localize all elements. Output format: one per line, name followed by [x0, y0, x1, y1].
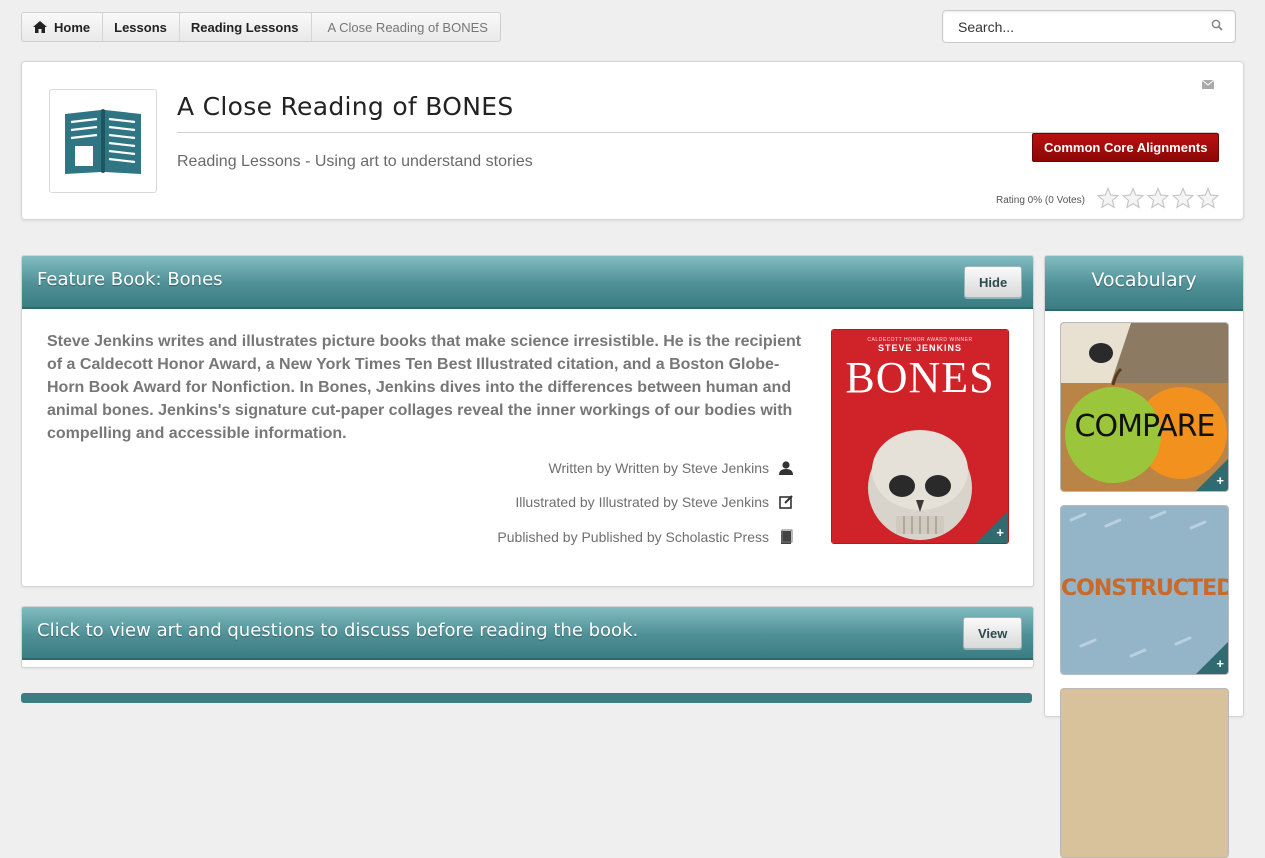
rating-text: Rating 0% (0 Votes): [996, 195, 1085, 206]
breadcrumb-current: A Close Reading of BONES: [327, 19, 488, 35]
vocab-card-constructed[interactable]: CONSTRUCTED +: [1060, 505, 1229, 675]
feature-book-header: Feature Book: Bones Hide: [22, 256, 1033, 309]
lesson-logo: [49, 89, 157, 193]
vocab-word-compare: COMPARE: [1074, 409, 1216, 444]
illustrator-credit: Illustrated by Illustrated by Steve Jenk…: [515, 494, 795, 510]
vocab-card-next[interactable]: [1060, 688, 1229, 858]
star-icon[interactable]: [1097, 187, 1119, 209]
vocabulary-panel: Vocabulary COMPARE + CONSTRUCTED +: [1044, 255, 1244, 858]
book-description: Steve Jenkins writes and illustrates pic…: [47, 333, 802, 442]
star-icon[interactable]: [1147, 187, 1169, 209]
discuss-panel: Click to view art and questions to discu…: [21, 606, 1034, 668]
book-icon: [781, 529, 793, 544]
page-subtitle: Reading Lessons - Using art to understan…: [177, 153, 533, 170]
publisher-credit-text: Published by Published by Scholastic Pre…: [497, 529, 769, 545]
plus-icon[interactable]: +: [1216, 656, 1224, 671]
discuss-title: Click to view art and questions to discu…: [37, 620, 639, 641]
illustrator-credit-text: Illustrated by Illustrated by Steve Jenk…: [515, 494, 769, 510]
breadcrumb-home[interactable]: Home: [22, 13, 104, 41]
vocab-card-compare[interactable]: COMPARE +: [1060, 322, 1229, 492]
breadcrumb-lessons-label: Lessons: [114, 19, 167, 35]
publisher-credit: Published by Published by Scholastic Pre…: [497, 529, 795, 545]
breadcrumb-reading-lessons[interactable]: Reading Lessons: [180, 13, 312, 41]
mail-icon[interactable]: [1202, 80, 1214, 89]
search-box: [942, 10, 1236, 43]
search-icon[interactable]: [1211, 19, 1223, 31]
star-icon[interactable]: [1172, 187, 1194, 209]
search-input[interactable]: [958, 11, 1198, 42]
breadcrumb-reading-lessons-label: Reading Lessons: [190, 19, 299, 35]
common-core-alignments-button[interactable]: Common Core Alignments: [1032, 133, 1220, 162]
open-book-icon: [65, 109, 141, 174]
rating-stars: [1097, 187, 1219, 209]
feature-book-title: Feature Book: Bones: [37, 269, 223, 290]
edit-icon: [779, 495, 793, 509]
cover-title: BONES: [845, 353, 995, 402]
breadcrumb: Home Lessons Reading Lessons A Close Rea…: [21, 12, 501, 42]
plus-icon[interactable]: +: [1216, 473, 1224, 488]
view-button[interactable]: View: [963, 617, 1023, 649]
lesson-header: A Close Reading of BONES Reading Lessons…: [21, 61, 1244, 220]
home-icon: [33, 21, 47, 33]
star-icon[interactable]: [1122, 187, 1144, 209]
plus-icon[interactable]: +: [996, 525, 1004, 540]
page-title: A Close Reading of BONES: [177, 92, 514, 121]
person-icon: [779, 461, 793, 475]
author-credit: Written by Written by Steve Jenkins: [549, 460, 795, 476]
breadcrumb-lessons[interactable]: Lessons: [103, 13, 180, 41]
star-icon[interactable]: [1197, 187, 1219, 209]
discuss-header: Click to view art and questions to discu…: [22, 607, 1033, 660]
next-panel-edge: [21, 693, 1032, 703]
breadcrumb-home-label: Home: [54, 19, 91, 35]
feature-book-panel: Feature Book: Bones Hide Steve Jenkins w…: [21, 255, 1034, 587]
author-credit-text: Written by Written by Steve Jenkins: [548, 460, 769, 476]
vocab-word-constructed: CONSTRUCTED: [1061, 576, 1229, 601]
book-cover[interactable]: CALDECOTT HONOR AWARD WINNER STEVE JENKI…: [831, 329, 1009, 544]
vocabulary-title: Vocabulary: [1091, 269, 1197, 291]
hide-button[interactable]: Hide: [964, 266, 1023, 298]
vocabulary-header: Vocabulary: [1045, 256, 1243, 311]
